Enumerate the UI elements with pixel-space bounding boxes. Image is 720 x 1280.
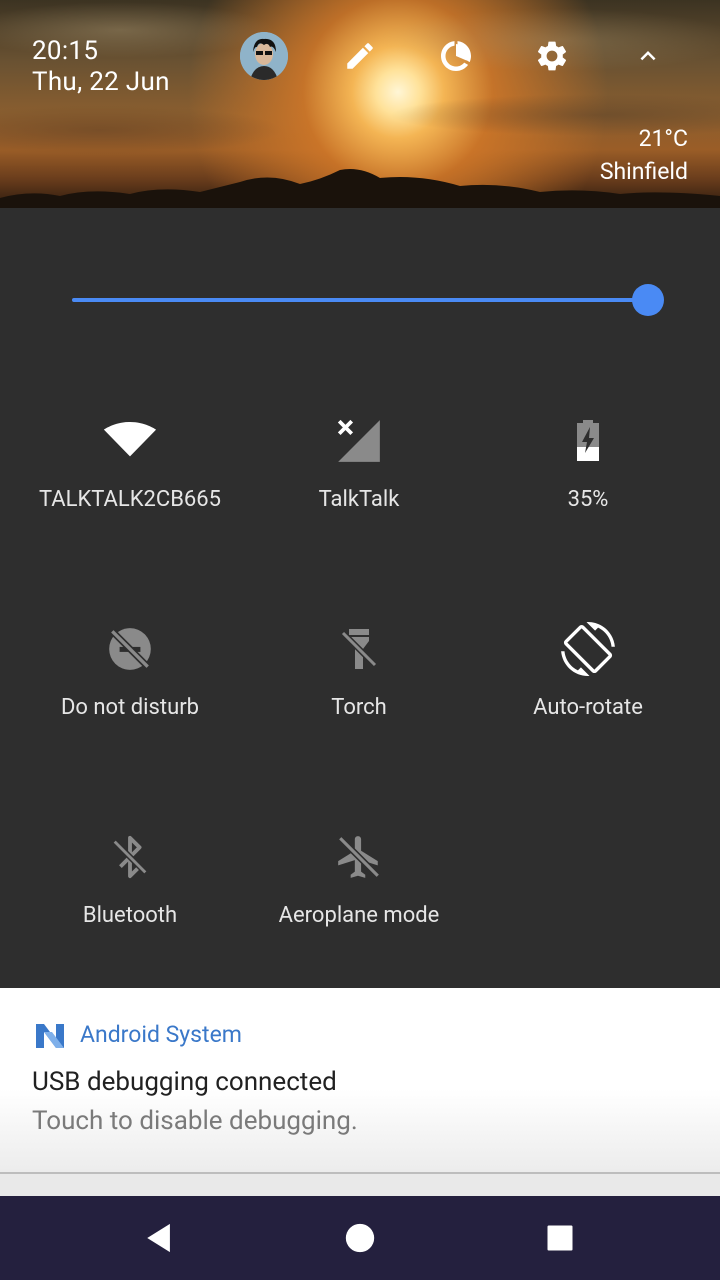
tile-do-not-disturb[interactable]: Do not disturb <box>15 619 245 789</box>
notification-usb-debugging[interactable]: Android System USB debugging connected T… <box>0 988 720 1174</box>
home-icon[interactable] <box>335 1213 385 1263</box>
collapse-chevron-icon[interactable] <box>628 36 668 76</box>
clock-time: 20:15 <box>32 36 99 66</box>
recents-icon[interactable] <box>535 1213 585 1263</box>
brightness-thumb[interactable] <box>632 284 664 316</box>
notification-title: USB debugging connected <box>32 1067 337 1097</box>
data-usage-icon[interactable] <box>436 36 476 76</box>
tile-label: 35% <box>567 487 609 512</box>
tile-label: Aeroplane mode <box>278 903 440 928</box>
notification-shade-bottom <box>0 1174 720 1196</box>
android-system-icon <box>36 1024 64 1048</box>
tile-aeroplane-mode[interactable]: Aeroplane mode <box>244 827 474 997</box>
airplane-off-icon <box>329 827 389 887</box>
brightness-track <box>72 298 648 302</box>
tile-label: TALKTALK2CB665 <box>38 487 222 512</box>
weather-location: Shinfield <box>599 158 688 185</box>
tile-label: TalkTalk <box>318 487 400 512</box>
brightness-slider[interactable] <box>72 284 664 316</box>
notification-text: Touch to disable debugging. <box>32 1106 358 1136</box>
bluetooth-off-icon <box>100 827 160 887</box>
torch-off-icon <box>329 619 389 679</box>
clock-date: Thu, 22 Jun <box>32 67 170 97</box>
tile-auto-rotate[interactable]: Auto-rotate <box>473 619 703 789</box>
tile-label: Torch <box>331 695 387 720</box>
mobile-signal-no-sim-icon <box>329 411 389 471</box>
navigation-bar <box>0 1196 720 1280</box>
quick-settings-panel: TALKTALK2CB665 TalkTalk 35% Do not distu… <box>0 208 720 988</box>
tile-label: Do not disturb <box>60 695 200 720</box>
notification-app-name: Android System <box>80 1021 242 1048</box>
tile-bluetooth[interactable]: Bluetooth <box>15 827 245 997</box>
tile-mobile-data[interactable]: TalkTalk <box>244 411 474 581</box>
wifi-icon <box>100 411 160 471</box>
tile-battery[interactable]: 35% <box>473 411 703 581</box>
tile-wifi[interactable]: TALKTALK2CB665 <box>15 411 245 581</box>
battery-charging-icon <box>558 411 618 471</box>
settings-icon[interactable] <box>532 36 572 76</box>
tile-torch[interactable]: Torch <box>244 619 474 789</box>
weather-temperature: 21°C <box>638 125 688 152</box>
quick-settings-header: 20:15 Thu, 22 Jun 21°C Shinfield <box>0 0 720 208</box>
tile-label: Auto-rotate <box>533 695 643 720</box>
edit-icon[interactable] <box>340 36 380 76</box>
tile-label: Bluetooth <box>82 903 178 928</box>
back-icon[interactable] <box>135 1213 185 1263</box>
user-avatar[interactable] <box>240 32 288 80</box>
do-not-disturb-off-icon <box>100 619 160 679</box>
auto-rotate-icon <box>558 619 618 679</box>
